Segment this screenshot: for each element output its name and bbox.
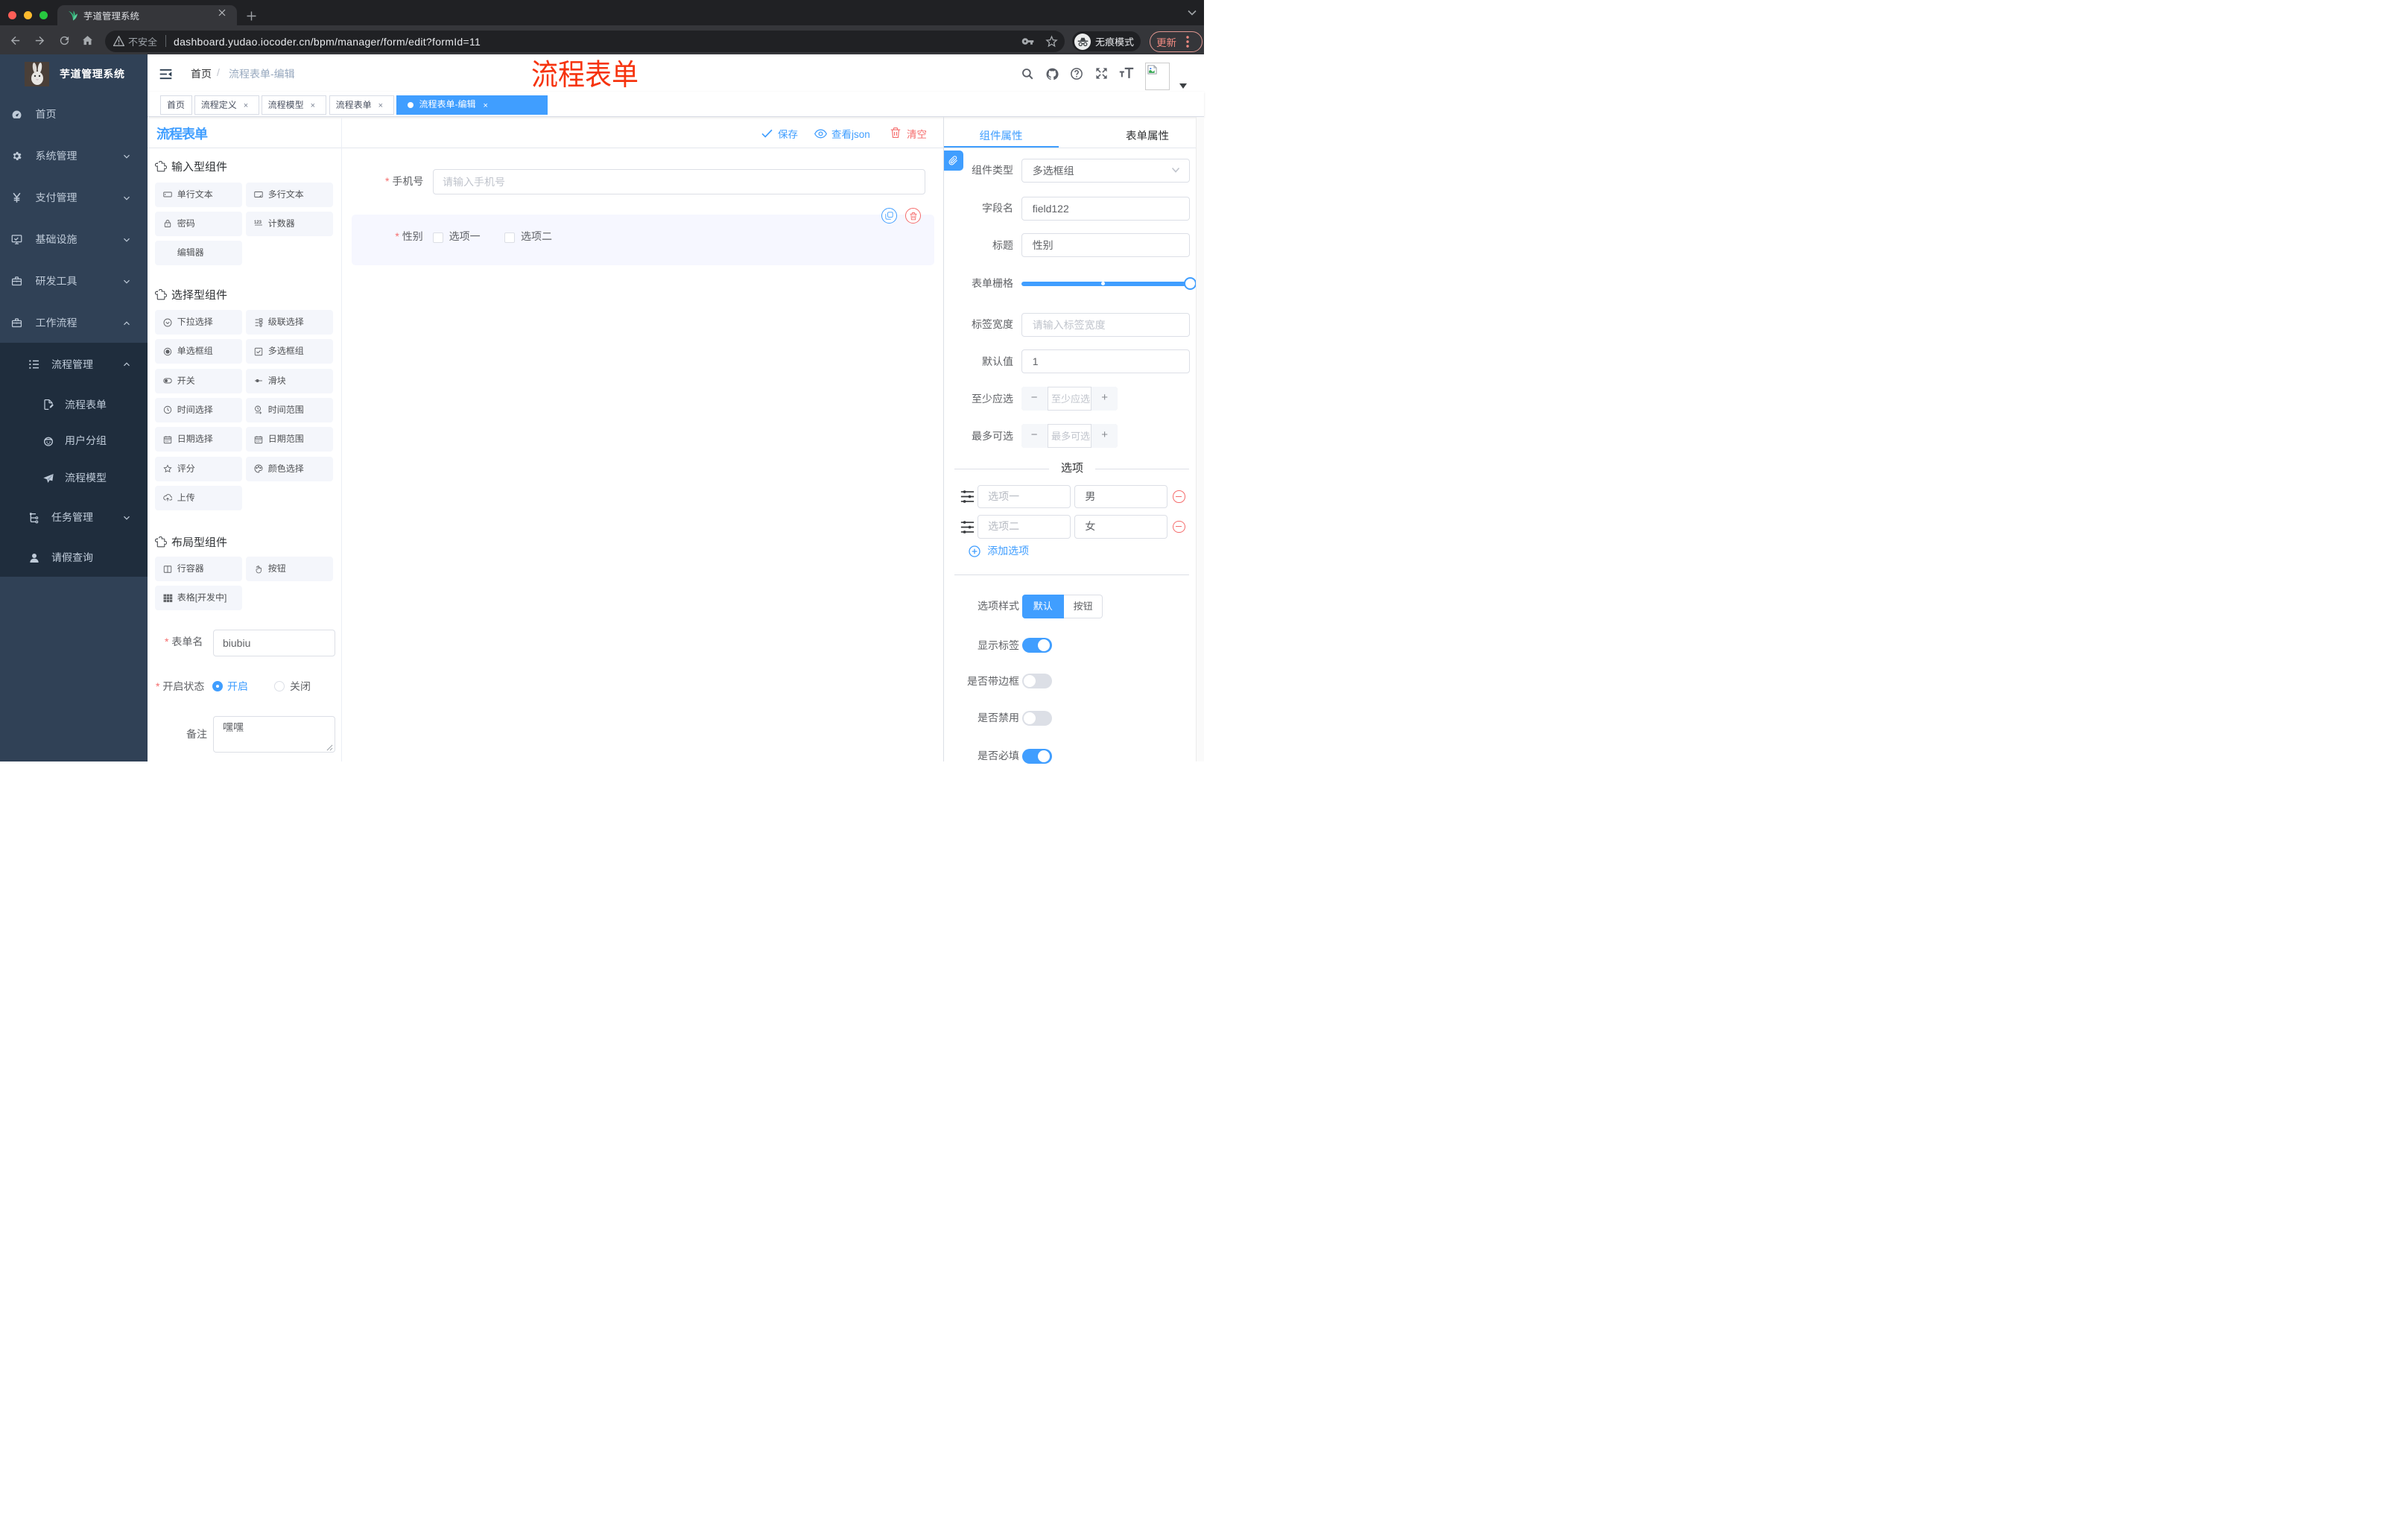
svg-text:123: 123 [254, 221, 262, 225]
